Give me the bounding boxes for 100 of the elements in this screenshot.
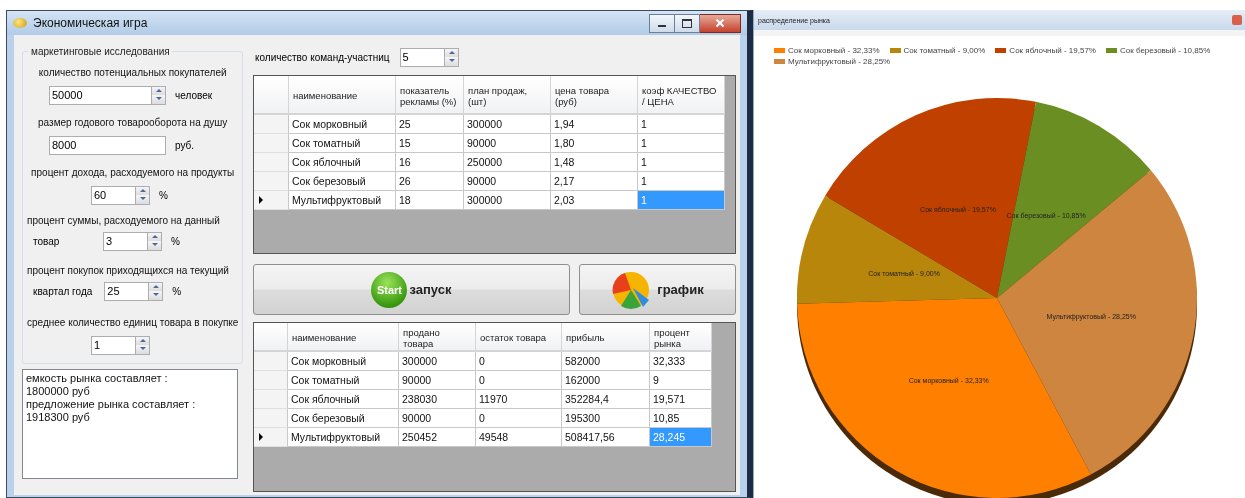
table-cell[interactable]: 26: [396, 172, 464, 191]
table-cell[interactable]: 16: [396, 153, 464, 172]
table-cell[interactable]: 15: [396, 134, 464, 153]
table-cell[interactable]: Сок яблочный: [288, 390, 399, 409]
close-button[interactable]: [700, 13, 741, 33]
start-logo: Start: [371, 271, 408, 308]
table-cell[interactable]: 0: [476, 409, 562, 428]
table-cell[interactable]: Сок томатный: [288, 371, 399, 390]
table-cell[interactable]: 250452: [399, 428, 476, 447]
table-cell[interactable]: 32,333: [650, 352, 712, 371]
table-cell[interactable]: 11970: [476, 390, 562, 409]
table-cell[interactable]: 9: [650, 371, 712, 390]
unit-label: руб.: [175, 139, 195, 151]
spin-up-button[interactable]: [444, 48, 458, 57]
table-cell[interactable]: Сок березовый: [289, 172, 396, 191]
window-title: Экономическая игра: [33, 16, 148, 30]
column-header[interactable]: продано товара: [399, 323, 476, 352]
table-cell[interactable]: 10,85: [650, 409, 712, 428]
table-cell[interactable]: 1: [638, 153, 725, 172]
spin-down-button[interactable]: [149, 291, 163, 300]
field-label: процент дохода, расходуемого на продукты: [30, 166, 236, 180]
unit-label: %: [171, 235, 180, 247]
unit-label: человек: [175, 89, 213, 101]
table-cell[interactable]: 1: [638, 115, 725, 134]
spin-down-button[interactable]: [148, 241, 161, 250]
table-cell[interactable]: 0: [476, 371, 562, 390]
column-header[interactable]: цена товара (руб): [551, 76, 638, 115]
spin-down-button[interactable]: [136, 195, 149, 204]
field-label: процент суммы, расходуемого на данный: [27, 214, 221, 228]
column-header[interactable]: прибыль: [562, 323, 650, 352]
table-cell[interactable]: Мультифруктовый: [289, 191, 396, 210]
table-cell[interactable]: 508417,56: [562, 428, 650, 447]
table-cell[interactable]: 1: [638, 134, 725, 153]
text-field[interactable]: 8000: [49, 135, 166, 155]
column-header[interactable]: показатель рекламы (%): [396, 76, 464, 115]
spin-up-button[interactable]: [136, 336, 149, 345]
chart-button[interactable]: график: [579, 264, 736, 315]
spin-up-button[interactable]: [148, 232, 161, 241]
table-cell[interactable]: Сок морковный: [289, 115, 396, 134]
maximize-button[interactable]: [675, 13, 700, 33]
column-header[interactable]: коэф КАЧЕСТВО / ЦЕНА: [638, 76, 725, 115]
table-cell[interactable]: 90000: [464, 134, 551, 153]
number-field[interactable]: 25: [104, 281, 150, 301]
table-cell[interactable]: Сок яблочный: [289, 153, 396, 172]
table-cell[interactable]: 0: [476, 352, 562, 371]
table-cell[interactable]: 352284,4: [562, 390, 650, 409]
column-header[interactable]: план продаж, (шт): [464, 76, 551, 115]
unit-label: %: [172, 285, 182, 297]
table-cell[interactable]: 18: [396, 191, 464, 210]
table-cell[interactable]: Сок томатный: [289, 134, 396, 153]
number-field[interactable]: 50000: [49, 85, 152, 105]
table-cell[interactable]: 1: [638, 172, 725, 191]
table-cell[interactable]: 90000: [399, 371, 476, 390]
spin-down-button[interactable]: [136, 345, 149, 354]
table-cell[interactable]: Сок березовый: [288, 409, 399, 428]
spin-up-button[interactable]: [136, 186, 149, 195]
table-cell[interactable]: 2,03: [551, 191, 638, 210]
number-field[interactable]: 3: [103, 231, 148, 251]
column-header[interactable]: остаток товара: [476, 323, 562, 352]
number-field[interactable]: 1: [91, 335, 136, 355]
column-header[interactable]: процент рынка: [650, 323, 712, 352]
table-cell[interactable]: 195300: [562, 409, 650, 428]
field-label: среднее количество единиц товара в покупке: [27, 316, 239, 330]
table-cell[interactable]: 1,48: [551, 153, 638, 172]
table-cell[interactable]: Сок морковный: [288, 352, 399, 371]
table-cell[interactable]: 19,571: [650, 390, 712, 409]
table-cell[interactable]: 90000: [399, 409, 476, 428]
spin-down-button[interactable]: [152, 95, 165, 104]
row-header[interactable]: [254, 428, 288, 447]
column-header[interactable]: наименование: [288, 323, 399, 352]
table-cell[interactable]: 90000: [464, 172, 551, 191]
number-field[interactable]: 60: [91, 185, 136, 205]
table-cell[interactable]: 250000: [464, 153, 551, 172]
table-cell[interactable]: 1,80: [551, 134, 638, 153]
table-cell[interactable]: 300000: [399, 352, 476, 371]
legend-label: Сок морковный - 32,33%: [788, 46, 880, 55]
table-cell[interactable]: 2,17: [551, 172, 638, 191]
field-label: количество потенциальных покупателей: [37, 66, 228, 80]
column-header[interactable]: наименование: [289, 76, 396, 115]
output-field[interactable]: емкость рынка составляет : 1800000 руб предложение рынка составляет : 1918300 руб: [22, 369, 238, 479]
start-button[interactable]: Start запуск: [253, 264, 570, 315]
number-field[interactable]: 5: [399, 47, 445, 67]
table-cell[interactable]: 238030: [399, 390, 476, 409]
table-cell[interactable]: 49548: [476, 428, 562, 447]
spin-up-button[interactable]: [149, 282, 163, 291]
field-label: размер годового товарооборота на душу: [37, 116, 229, 130]
field-label: процент покупок приходящихся на текущий: [27, 264, 230, 278]
minimize-button[interactable]: [649, 13, 675, 33]
spin-down-button[interactable]: [444, 57, 458, 66]
table-cell[interactable]: 582000: [562, 352, 650, 371]
legend-label: Сок березовый - 10,85%: [1119, 46, 1211, 55]
table-cell[interactable]: Мультифруктовый: [288, 428, 399, 447]
spin-up-button[interactable]: [152, 86, 165, 95]
row-header[interactable]: [254, 191, 289, 210]
field-label: количество команд-участниц: [255, 51, 390, 63]
table-cell[interactable]: 162000: [562, 371, 650, 390]
table-cell[interactable]: 25: [396, 115, 464, 134]
table-cell[interactable]: 300000: [464, 115, 551, 134]
table-cell[interactable]: 1,94: [551, 115, 638, 134]
table-cell[interactable]: 300000: [464, 191, 551, 210]
